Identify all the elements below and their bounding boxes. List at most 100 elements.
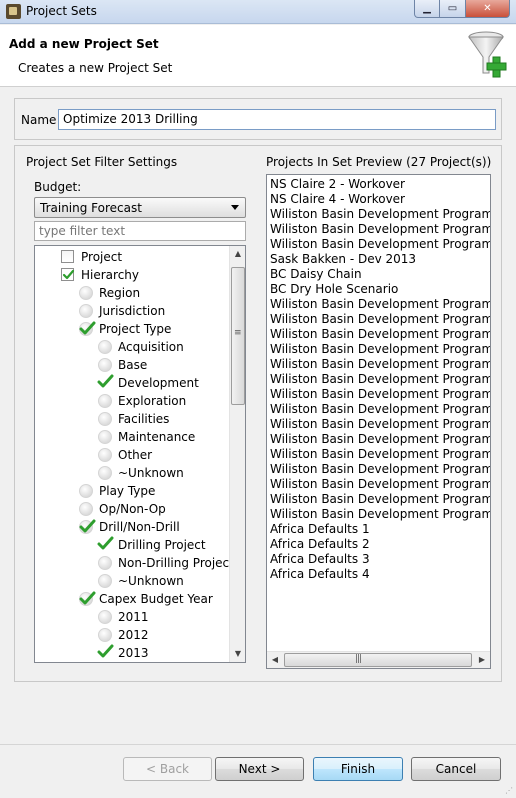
- preview-list-item[interactable]: Wiliston Basin Development Program "D": [270, 297, 490, 312]
- tree-item-label: Other: [118, 448, 153, 462]
- unchecked-circle-icon[interactable]: [79, 286, 93, 300]
- partial-check-icon[interactable]: [79, 519, 96, 534]
- next-button[interactable]: Next >: [215, 757, 304, 781]
- resize-grip-icon[interactable]: ⋰: [505, 786, 513, 795]
- preview-horizontal-scrollbar[interactable]: ◀ ||| ▶: [267, 651, 490, 668]
- tree-item[interactable]: Maintenance: [35, 428, 230, 446]
- preview-list-item[interactable]: Wiliston Basin Development Program "O": [270, 462, 490, 477]
- preview-list-item[interactable]: Wiliston Basin Development Program "G": [270, 342, 490, 357]
- tree-item[interactable]: Project Type: [35, 320, 230, 338]
- unchecked-circle-icon[interactable]: [98, 610, 112, 624]
- tree-item[interactable]: 2012: [35, 626, 230, 644]
- preview-list-item[interactable]: Wiliston Basin Development Program "A": [270, 207, 490, 222]
- filter-text-input[interactable]: type filter text: [34, 221, 246, 241]
- preview-title: Projects In Set Preview (27 Project(s)): [266, 155, 492, 169]
- budget-label: Budget:: [34, 180, 82, 194]
- unchecked-circle-icon[interactable]: [98, 466, 112, 480]
- preview-list-item[interactable]: BC Dry Hole Scenario: [270, 282, 398, 297]
- preview-list-item[interactable]: Wiliston Basin Development Program "N": [270, 447, 490, 462]
- preview-list-item[interactable]: Wiliston Basin Development Program "L": [270, 417, 490, 432]
- chevron-down-icon[interactable]: [231, 205, 239, 210]
- preview-list-item[interactable]: Wiliston Basin Development Program "F": [270, 312, 490, 327]
- preview-list-item[interactable]: BC Daisy Chain: [270, 267, 362, 282]
- tree-item[interactable]: Drill/Non-Drill: [35, 518, 230, 536]
- tree-vertical-scrollbar[interactable]: ▲ ≡ ▼: [229, 246, 245, 662]
- scroll-right-arrow-icon[interactable]: ▶: [474, 652, 490, 668]
- tree-item[interactable]: Play Type: [35, 482, 230, 500]
- tree-item[interactable]: Other: [35, 446, 230, 464]
- scroll-up-arrow-icon[interactable]: ▲: [230, 246, 246, 262]
- tree-item[interactable]: Development: [35, 374, 230, 392]
- window-controls: ▁ ▭ ✕: [414, 0, 510, 20]
- unchecked-circle-icon[interactable]: [98, 394, 112, 408]
- unchecked-circle-icon[interactable]: [98, 556, 112, 570]
- checkbox-icon[interactable]: [61, 250, 74, 263]
- unchecked-circle-icon[interactable]: [98, 358, 112, 372]
- preview-list-item[interactable]: NS Claire 4 - Workover: [270, 192, 405, 207]
- tree-item[interactable]: 2013: [35, 644, 230, 662]
- unchecked-circle-icon[interactable]: [98, 574, 112, 588]
- tree-item[interactable]: Facilities: [35, 410, 230, 428]
- preview-list-item[interactable]: Sask Bakken - Dev 2013: [270, 252, 416, 267]
- scroll-left-arrow-icon[interactable]: ◀: [267, 652, 283, 668]
- name-input[interactable]: Optimize 2013 Drilling: [58, 109, 496, 130]
- tree-item[interactable]: Region: [35, 284, 230, 302]
- preview-list-item[interactable]: Wiliston Basin Development Program "I": [270, 372, 490, 387]
- checkmark-icon[interactable]: [97, 644, 114, 660]
- preview-list-item[interactable]: Africa Defaults 1: [270, 522, 370, 537]
- preview-list-item[interactable]: Wiliston Basin Development Program "C": [270, 237, 490, 252]
- budget-select[interactable]: Training Forecast: [34, 197, 246, 218]
- preview-list-item[interactable]: Africa Defaults 3: [270, 552, 370, 567]
- tree-item[interactable]: 2011: [35, 608, 230, 626]
- preview-list[interactable]: NS Claire 2 - Workover NS Claire 4 - Work…: [266, 174, 491, 669]
- unchecked-circle-icon[interactable]: [98, 340, 112, 354]
- preview-list-item[interactable]: Africa Defaults 2: [270, 537, 370, 552]
- unchecked-circle-icon[interactable]: [98, 628, 112, 642]
- close-button[interactable]: ✕: [466, 0, 510, 18]
- checkmark-icon[interactable]: [97, 374, 114, 390]
- tree-item[interactable]: Hierarchy: [35, 266, 230, 284]
- unchecked-circle-icon[interactable]: [79, 502, 93, 516]
- preview-list-item[interactable]: Wiliston Basin Development Program "E": [270, 327, 490, 342]
- partial-check-icon[interactable]: [79, 591, 96, 606]
- minimize-button[interactable]: ▁: [414, 0, 440, 18]
- preview-list-item[interactable]: NS Claire 2 - Workover: [270, 177, 405, 192]
- back-button[interactable]: < Back: [123, 757, 212, 781]
- tree-item[interactable]: Non-Drilling Project: [35, 554, 234, 572]
- partial-check-icon[interactable]: [79, 321, 96, 336]
- tree-item[interactable]: Op/Non-Op: [35, 500, 230, 518]
- tree-item[interactable]: Acquisition: [35, 338, 230, 356]
- tree-item[interactable]: Capex Budget Year: [35, 590, 230, 608]
- preview-list-item[interactable]: Wiliston Basin Development Program "P": [270, 477, 490, 492]
- unchecked-circle-icon[interactable]: [79, 304, 93, 318]
- tree-item-label: Drilling Project: [118, 538, 206, 552]
- maximize-button[interactable]: ▭: [440, 0, 466, 18]
- preview-list-item[interactable]: Wiliston Basin Development Program "J": [270, 387, 490, 402]
- preview-list-item[interactable]: Wiliston Basin Development Program "H": [270, 357, 490, 372]
- filter-tree[interactable]: Project Hierarchy Region Jurisdiction Projec…: [34, 245, 246, 663]
- tree-item[interactable]: Base: [35, 356, 230, 374]
- tree-item[interactable]: Jurisdiction: [35, 302, 230, 320]
- preview-list-item[interactable]: Wiliston Basin Development Program "B": [270, 222, 490, 237]
- hscroll-thumb[interactable]: [284, 653, 472, 667]
- unchecked-circle-icon[interactable]: [98, 448, 112, 462]
- checkmark-icon[interactable]: [97, 536, 114, 552]
- unchecked-circle-icon[interactable]: [98, 412, 112, 426]
- preview-list-item[interactable]: Wiliston Basin Development Program "R": [270, 507, 490, 522]
- finish-button[interactable]: Finish: [313, 757, 403, 781]
- tree-item[interactable]: ~Unknown: [35, 572, 230, 590]
- preview-list-item[interactable]: Wiliston Basin Development Program "K": [270, 402, 490, 417]
- unchecked-circle-icon[interactable]: [98, 430, 112, 444]
- tree-item[interactable]: ~Unknown: [35, 464, 230, 482]
- preview-list-item[interactable]: Wiliston Basin Development Program "M": [270, 432, 490, 447]
- preview-list-item[interactable]: Wiliston Basin Development Program "Q": [270, 492, 490, 507]
- title-bar: Project Sets ▁ ▭ ✕: [0, 0, 516, 24]
- cancel-button[interactable]: Cancel: [411, 757, 501, 781]
- unchecked-circle-icon[interactable]: [79, 484, 93, 498]
- tree-item[interactable]: Drilling Project: [35, 536, 230, 554]
- preview-list-item[interactable]: Africa Defaults 4: [270, 567, 370, 582]
- checkbox-checked-icon[interactable]: [61, 268, 75, 281]
- scroll-down-arrow-icon[interactable]: ▼: [230, 646, 246, 662]
- tree-item[interactable]: Exploration: [35, 392, 230, 410]
- tree-item[interactable]: Project: [35, 248, 230, 266]
